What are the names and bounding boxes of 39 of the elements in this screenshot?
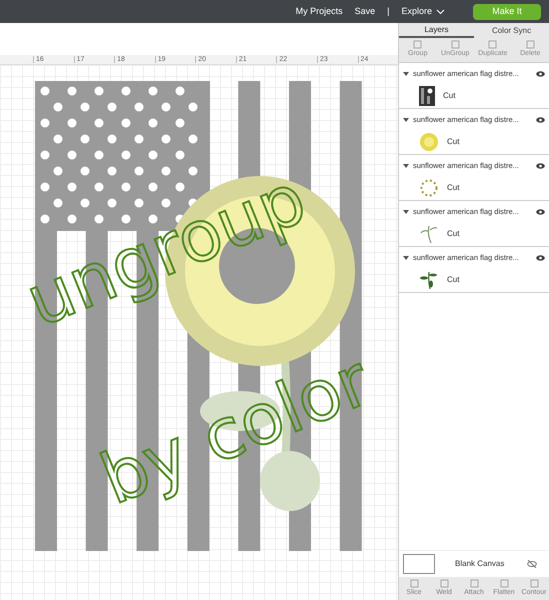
layer-name[interactable]: Cut (447, 136, 460, 148)
top-bar-link[interactable]: My Projects (296, 4, 343, 18)
square-icon (440, 578, 448, 588)
top-bar-link[interactable]: Save (354, 4, 376, 18)
overlay-title-text: by color (92, 345, 378, 515)
leaf-stem-thumbnail-icon (419, 270, 439, 290)
caret-icon[interactable] (403, 164, 409, 168)
eye-icon[interactable] (536, 255, 545, 261)
square-icon (500, 578, 508, 588)
square-icon (526, 40, 535, 50)
sunflower-thumbnail-icon (419, 132, 439, 152)
square-icon (450, 40, 460, 50)
layer-name[interactable]: Cut (447, 274, 460, 286)
dotted-ring-thumbnail-icon (419, 178, 439, 198)
eye-icon[interactable] (536, 117, 545, 123)
eye-icon[interactable] (536, 163, 545, 169)
caret-icon[interactable] (403, 256, 409, 260)
layer-name[interactable]: Cut (443, 90, 456, 102)
caret-icon[interactable] (403, 72, 409, 76)
top-bar-link[interactable]: Explore (401, 4, 432, 18)
eye-icon[interactable] (536, 71, 545, 77)
chevron-down-icon[interactable] (436, 8, 445, 14)
top-bar-link[interactable]: | (387, 4, 390, 18)
blank-canvas-label: Blank Canvas (454, 558, 506, 570)
square-icon (530, 578, 538, 588)
blank-canvas-swatch[interactable] (403, 554, 435, 574)
square-icon (413, 40, 422, 50)
square-icon (488, 40, 498, 50)
stem-thumbnail-icon (419, 224, 439, 244)
caret-icon[interactable] (403, 210, 409, 214)
caret-icon[interactable] (403, 118, 409, 122)
square-icon (410, 578, 418, 588)
layer-name[interactable]: Cut (447, 228, 460, 240)
hidden-eye-icon[interactable] (527, 560, 537, 568)
layer-name[interactable]: Cut (447, 182, 460, 194)
flag-thumbnail-icon (419, 86, 435, 106)
square-icon (470, 578, 478, 588)
panel-tab[interactable]: Color Sync (474, 23, 549, 38)
eye-icon[interactable] (536, 209, 545, 215)
